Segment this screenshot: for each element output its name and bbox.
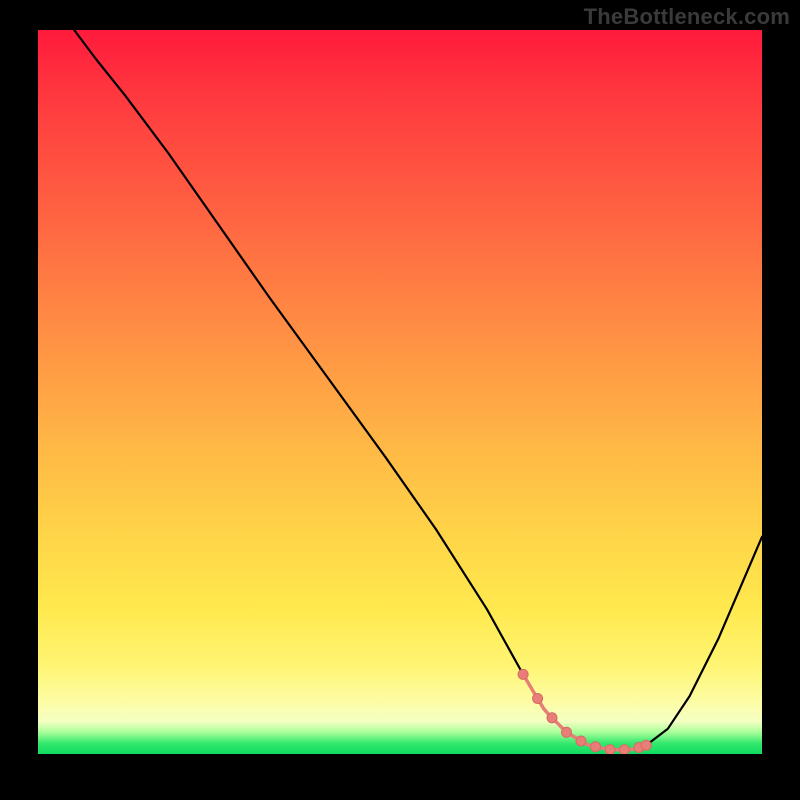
- curve-path: [74, 30, 762, 750]
- highlight-marker: [619, 745, 629, 754]
- highlight-marker: [591, 742, 601, 752]
- highlight-marker: [605, 745, 615, 754]
- watermark-text: TheBottleneck.com: [584, 4, 790, 30]
- chart-frame: TheBottleneck.com: [0, 0, 800, 800]
- highlight-marker: [518, 669, 528, 679]
- highlight-marker: [547, 713, 557, 723]
- highlight-marker: [533, 694, 543, 704]
- plot-area: [38, 30, 762, 754]
- curve-layer: [38, 30, 762, 754]
- highlight-markers: [518, 669, 651, 754]
- highlight-marker: [576, 736, 586, 746]
- highlight-marker: [562, 727, 572, 737]
- highlight-marker: [641, 740, 651, 750]
